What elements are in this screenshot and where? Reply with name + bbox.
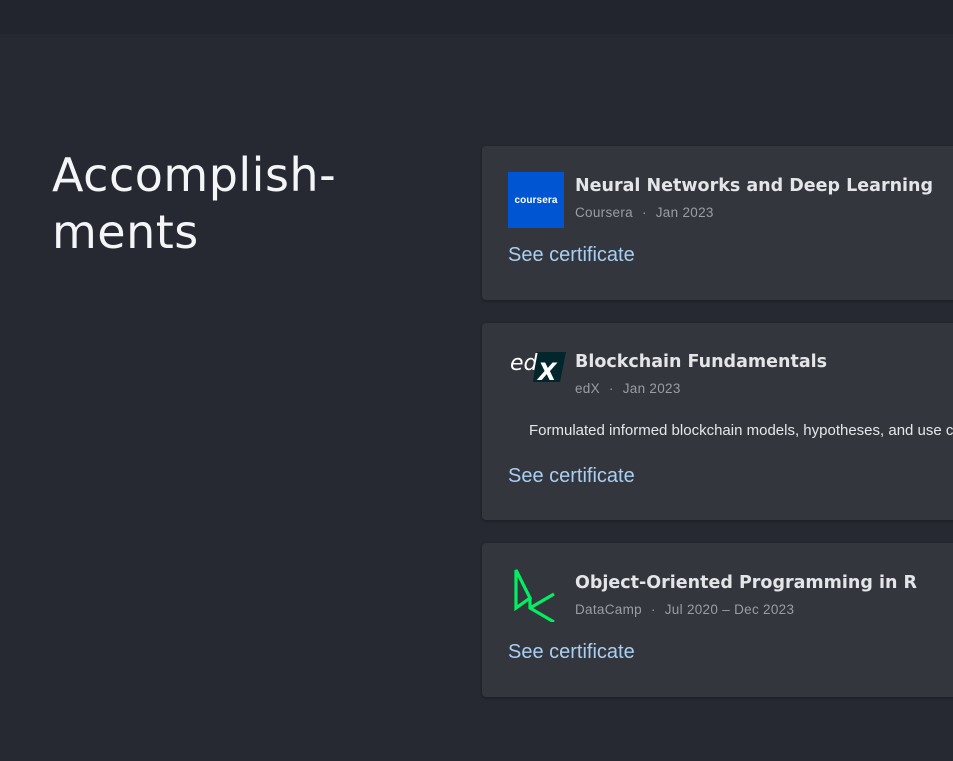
- certificate-issuer: DataCamp: [575, 602, 642, 617]
- edx-logo-icon: ed X: [510, 351, 566, 383]
- meta-separator: ·: [608, 381, 614, 396]
- meta-separator: ·: [650, 602, 656, 617]
- certificate-issuer: Coursera: [575, 205, 633, 220]
- datacamp-logo-icon: [514, 569, 555, 622]
- certificate-date: Jul 2020 – Dec 2023: [664, 602, 795, 617]
- certificate-title: Neural Networks and Deep Learning: [575, 176, 934, 196]
- meta-separator: ·: [641, 205, 647, 220]
- certificate-card-edx: ed X Blockchain Fundamentals edX · Jan 202…: [482, 323, 953, 520]
- see-certificate-link[interactable]: See certificate: [508, 243, 635, 267]
- see-certificate-link[interactable]: See certificate: [508, 464, 635, 488]
- certificate-card-datacamp: Object-Oriented Programming in R DataCam…: [482, 543, 953, 697]
- certificate-meta: DataCamp · Jul 2020 – Dec 2023: [575, 602, 794, 618]
- certificate-title: Blockchain Fundamentals: [575, 352, 828, 372]
- certificate-issuer: edX: [575, 381, 600, 396]
- svg-text:ed: ed: [510, 351, 539, 376]
- certificate-meta: Coursera · Jan 2023: [575, 205, 714, 221]
- certificate-date: Jan 2023: [622, 381, 681, 396]
- section-title-line-2: ments: [52, 205, 199, 259]
- section-title-line-1: Accomplish-: [52, 148, 337, 202]
- coursera-logo-icon: coursera: [508, 172, 564, 228]
- certificate-description: Formulated informed blockchain models, h…: [529, 422, 953, 439]
- section-title: Accomplish- ments: [52, 147, 412, 261]
- svg-text:X: X: [536, 358, 558, 383]
- certificate-card-coursera: coursera Neural Networks and Deep Learni…: [482, 146, 953, 300]
- certificate-date: Jan 2023: [655, 205, 714, 220]
- certificate-title: Object-Oriented Programming in R: [575, 573, 917, 593]
- certificate-meta: edX · Jan 2023: [575, 381, 681, 397]
- see-certificate-link[interactable]: See certificate: [508, 640, 635, 664]
- top-bar: [0, 0, 953, 34]
